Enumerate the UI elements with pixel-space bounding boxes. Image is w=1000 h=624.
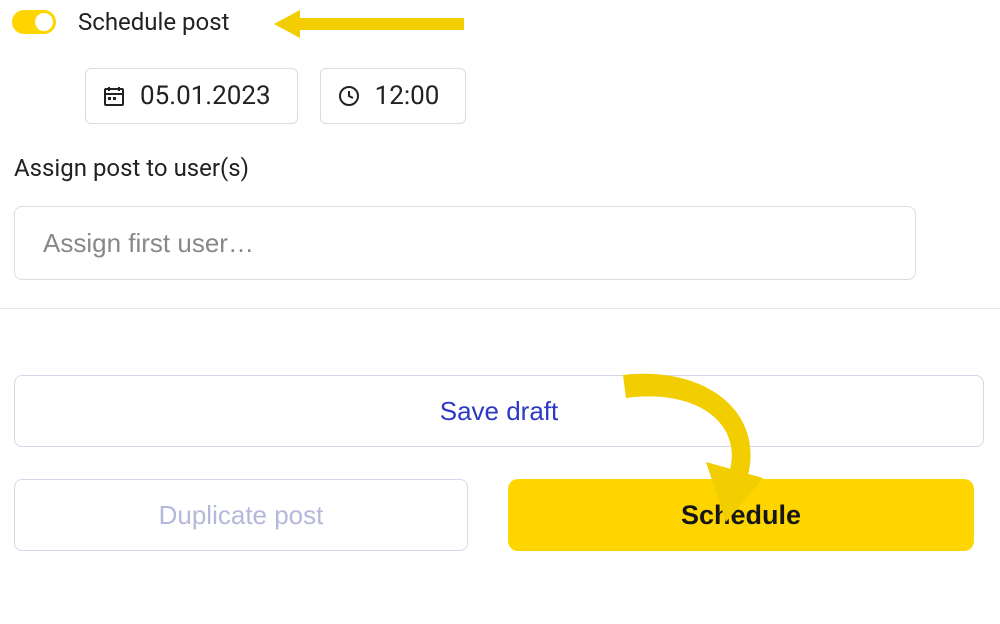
assign-label: Assign post to user(s) bbox=[0, 146, 1000, 190]
schedule-post-label: Schedule post bbox=[78, 8, 229, 36]
calendar-icon bbox=[102, 84, 126, 108]
schedule-button[interactable]: Schedule bbox=[508, 479, 974, 551]
date-field[interactable]: 05.01.2023 bbox=[85, 68, 298, 124]
date-value: 05.01.2023 bbox=[140, 81, 271, 111]
toggle-knob bbox=[35, 13, 53, 31]
duplicate-post-button[interactable]: Duplicate post bbox=[14, 479, 468, 551]
save-draft-button[interactable]: Save draft bbox=[14, 375, 984, 447]
assign-user-input[interactable] bbox=[14, 206, 916, 280]
time-value: 12:00 bbox=[375, 81, 440, 111]
clock-icon bbox=[337, 84, 361, 108]
schedule-post-toggle[interactable] bbox=[12, 10, 56, 34]
time-field[interactable]: 12:00 bbox=[320, 68, 467, 124]
